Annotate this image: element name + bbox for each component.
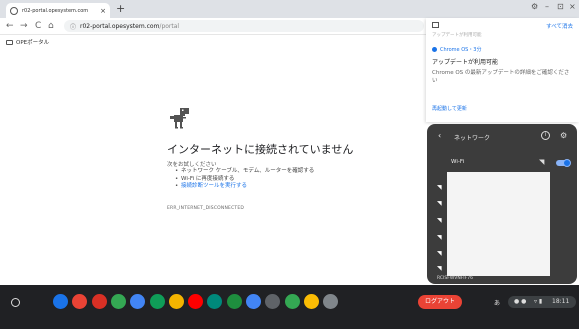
play-app-icon[interactable] bbox=[284, 294, 300, 309]
network-list[interactable] bbox=[447, 172, 550, 276]
wifi-signal-icon[interactable]: ◥ bbox=[437, 234, 442, 241]
settings-app-icon[interactable] bbox=[323, 294, 339, 309]
diagnostics-link-item[interactable]: 接続診断ツールを実行する bbox=[175, 183, 314, 191]
classroom-app-icon[interactable] bbox=[226, 294, 242, 309]
wifi-signal-icon[interactable]: ◥ bbox=[437, 217, 442, 224]
chrome-app-icon[interactable] bbox=[72, 294, 88, 309]
close-tab-icon[interactable]: × bbox=[100, 7, 106, 15]
bookmark-item[interactable]: OPEポータル bbox=[6, 38, 49, 46]
error-try-label: 次をお試しください bbox=[167, 162, 217, 168]
notification-body: Chrome OS の最新アップデートの詳細をご確認ください bbox=[432, 70, 570, 84]
screen: r02-portal.opesystem.com × + ⚙ – ⊡ × ← →… bbox=[0, 0, 579, 329]
clock: 18:11 bbox=[552, 298, 570, 305]
drive-app-icon[interactable] bbox=[110, 294, 126, 309]
notification-faded-text: アップデートが利用可能 bbox=[432, 33, 482, 38]
notification-header: すべて消去 bbox=[426, 18, 579, 32]
back-icon[interactable]: ← bbox=[6, 21, 14, 31]
url-text: r02-portal.opesystem.com/portal bbox=[80, 23, 179, 30]
suggestion-text: Wi-Fi に再度接続する bbox=[181, 175, 235, 182]
globe-icon bbox=[10, 6, 18, 15]
calendar-app-icon[interactable] bbox=[246, 294, 261, 309]
address-bar[interactable]: ⓘ r02-portal.opesystem.com/portal bbox=[64, 20, 424, 32]
tray-status-icons: ● ● bbox=[514, 298, 527, 305]
suggestion-item: ネットワーク ケーブル、モデム、ルーターを確認する bbox=[175, 168, 314, 176]
tab-strip: r02-portal.opesystem.com × + ⚙ – ⊡ × bbox=[0, 0, 579, 18]
error-title: インターネットに接続されていません bbox=[167, 143, 354, 156]
browser-tab[interactable]: r02-portal.opesystem.com × bbox=[6, 3, 110, 18]
notification-source: Chrome OS・3分 bbox=[432, 46, 573, 53]
suggestion-list: ネットワーク ケーブル、モデム、ルーターを確認する Wi-Fi に再度接続する … bbox=[175, 168, 314, 191]
notification-title: アップデートが利用可能 bbox=[432, 59, 499, 66]
network-panel: ‹ ネットワーク i ⚙ Wi-Fi ◥ ◥ ◥ ◥ ◥ ◥ ◥ RCISFWV… bbox=[427, 124, 577, 284]
slides-app-icon[interactable] bbox=[168, 294, 184, 309]
wifi-icon: ◥ bbox=[539, 158, 545, 166]
ime-indicator[interactable]: あ bbox=[494, 298, 500, 307]
chrome-os-icon bbox=[432, 47, 437, 52]
files-app-icon[interactable] bbox=[53, 294, 68, 309]
url-path: /portal bbox=[159, 22, 180, 30]
back-arrow-icon[interactable]: ‹ bbox=[438, 131, 441, 140]
diagnostics-link[interactable]: 接続診断ツールを実行する bbox=[181, 183, 247, 189]
wifi-signal-icon[interactable]: ◥ bbox=[437, 200, 442, 207]
wifi-signal-icon[interactable]: ◥ bbox=[437, 250, 442, 257]
status-tray[interactable]: ● ● ▿ ▮ 18:11 bbox=[508, 296, 576, 308]
shelf: ログアウト あ ● ● ▿ ▮ 18:11 bbox=[0, 285, 579, 329]
logout-button[interactable]: ログアウト bbox=[418, 295, 462, 309]
home-icon[interactable]: ⌂ bbox=[48, 21, 54, 31]
camera-app-icon[interactable] bbox=[265, 294, 281, 309]
wifi-label: Wi-Fi bbox=[451, 159, 465, 165]
error-code: ERR_INTERNET_DISCONNECTED bbox=[167, 206, 245, 211]
folder-icon bbox=[6, 39, 13, 45]
launcher-icon[interactable] bbox=[11, 298, 20, 307]
photos-app-icon[interactable] bbox=[303, 294, 319, 309]
restart-update-button[interactable]: 再起動して更新 bbox=[432, 105, 467, 112]
wifi-battery-icons: ▿ ▮ bbox=[534, 298, 543, 305]
notification-source-text: Chrome OS・3分 bbox=[440, 47, 482, 53]
network-name[interactable]: RCISFWVNFIF76 bbox=[437, 276, 473, 281]
new-tab-button[interactable]: + bbox=[116, 2, 125, 15]
network-title: ネットワーク bbox=[454, 135, 491, 142]
clear-all-button[interactable]: すべて消去 bbox=[546, 22, 573, 30]
wifi-signal-icon[interactable]: ◥ bbox=[437, 265, 442, 272]
close-window-icon[interactable]: × bbox=[569, 2, 576, 11]
suggestion-text: ネットワーク ケーブル、モデム、ルーターを確認する bbox=[181, 168, 315, 174]
maximize-icon[interactable]: ⊡ bbox=[557, 2, 564, 11]
youtube-app-icon[interactable] bbox=[188, 294, 204, 309]
suggestion-item: Wi-Fi に再度接続する bbox=[175, 176, 314, 184]
minimize-icon[interactable]: – bbox=[545, 2, 549, 11]
wifi-row[interactable]: Wi-Fi ◥ bbox=[427, 156, 577, 170]
dinosaur-icon[interactable] bbox=[170, 108, 190, 130]
notification-settings-icon[interactable] bbox=[432, 22, 439, 28]
docs-app-icon[interactable] bbox=[130, 294, 146, 309]
toggle-knob bbox=[563, 159, 571, 167]
tab-title: r02-portal.opesystem.com bbox=[22, 7, 89, 14]
gmail-app-icon[interactable] bbox=[91, 294, 107, 309]
reload-icon[interactable]: C bbox=[35, 21, 41, 31]
url-host: r02-portal.opesystem.com bbox=[80, 22, 160, 30]
sheets-app-icon[interactable] bbox=[149, 294, 165, 309]
settings-icon[interactable]: ⚙ bbox=[531, 2, 538, 11]
notification-center: すべて消去 アップデートが利用可能 Chrome OS・3分 アップデートが利用… bbox=[426, 18, 579, 122]
forward-icon[interactable]: → bbox=[20, 21, 28, 31]
info-icon[interactable]: ⓘ bbox=[70, 22, 76, 31]
gear-icon[interactable]: ⚙ bbox=[560, 131, 567, 140]
wifi-signal-icon[interactable]: ◥ bbox=[437, 184, 442, 191]
update-notification[interactable]: Chrome OS・3分 アップデートが利用可能 Chrome OS の最新アッ… bbox=[426, 42, 579, 102]
info-icon[interactable]: i bbox=[541, 131, 550, 140]
bookmark-label: OPEポータル bbox=[16, 40, 50, 46]
meet-app-icon[interactable] bbox=[207, 294, 223, 309]
wifi-toggle[interactable] bbox=[556, 159, 571, 167]
